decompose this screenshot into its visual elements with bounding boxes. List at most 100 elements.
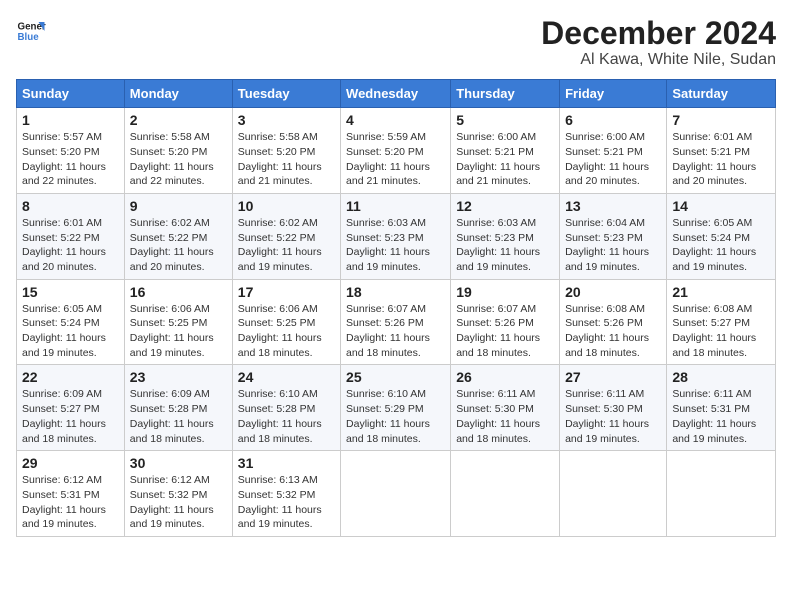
day-info: Sunrise: 6:12 AM Sunset: 5:31 PM Dayligh… <box>22 473 119 532</box>
day-info: Sunrise: 6:09 AM Sunset: 5:27 PM Dayligh… <box>22 387 119 446</box>
day-number: 8 <box>22 198 119 214</box>
day-number: 16 <box>130 284 227 300</box>
day-cell-11: 11 Sunrise: 6:03 AM Sunset: 5:23 PM Dayli… <box>341 193 451 279</box>
day-info: Sunrise: 6:01 AM Sunset: 5:22 PM Dayligh… <box>22 216 119 275</box>
day-number: 10 <box>238 198 335 214</box>
day-info: Sunrise: 6:08 AM Sunset: 5:26 PM Dayligh… <box>565 302 661 361</box>
day-info: Sunrise: 5:58 AM Sunset: 5:20 PM Dayligh… <box>238 130 335 189</box>
day-number: 24 <box>238 369 335 385</box>
day-number: 1 <box>22 112 119 128</box>
day-info: Sunrise: 6:10 AM Sunset: 5:29 PM Dayligh… <box>346 387 445 446</box>
day-info: Sunrise: 6:11 AM Sunset: 5:30 PM Dayligh… <box>565 387 661 446</box>
day-info: Sunrise: 6:03 AM Sunset: 5:23 PM Dayligh… <box>456 216 554 275</box>
day-info: Sunrise: 5:57 AM Sunset: 5:20 PM Dayligh… <box>22 130 119 189</box>
day-info: Sunrise: 6:13 AM Sunset: 5:32 PM Dayligh… <box>238 473 335 532</box>
day-number: 18 <box>346 284 445 300</box>
day-number: 20 <box>565 284 661 300</box>
weekday-header-tuesday: Tuesday <box>232 80 340 108</box>
location-title: Al Kawa, White Nile, Sudan <box>541 51 776 69</box>
day-info: Sunrise: 6:03 AM Sunset: 5:23 PM Dayligh… <box>346 216 445 275</box>
day-cell-27: 27 Sunrise: 6:11 AM Sunset: 5:30 PM Dayli… <box>560 365 667 451</box>
day-cell-13: 13Sunrise: 6:04 AM Sunset: 5:23 PM Dayli… <box>560 193 667 279</box>
day-info: Sunrise: 6:05 AM Sunset: 5:24 PM Dayligh… <box>22 302 119 361</box>
month-title: December 2024 <box>541 16 776 51</box>
day-info: Sunrise: 5:58 AM Sunset: 5:20 PM Dayligh… <box>130 130 227 189</box>
title-block: December 2024 Al Kawa, White Nile, Sudan <box>541 16 776 69</box>
day-info: Sunrise: 6:06 AM Sunset: 5:25 PM Dayligh… <box>130 302 227 361</box>
day-info: Sunrise: 6:11 AM Sunset: 5:30 PM Dayligh… <box>456 387 554 446</box>
day-cell-2: 2 Sunrise: 5:58 AM Sunset: 5:20 PM Daylig… <box>124 108 232 194</box>
day-cell-16: 16 Sunrise: 6:06 AM Sunset: 5:25 PM Dayli… <box>124 279 232 365</box>
day-info: Sunrise: 6:10 AM Sunset: 5:28 PM Dayligh… <box>238 387 335 446</box>
empty-cell <box>451 451 560 537</box>
day-cell-30: 30Sunrise: 6:12 AM Sunset: 5:32 PM Dayli… <box>124 451 232 537</box>
day-number: 9 <box>130 198 227 214</box>
day-number: 30 <box>130 455 227 471</box>
day-number: 19 <box>456 284 554 300</box>
day-cell-1: 1 Sunrise: 5:57 AM Sunset: 5:20 PM Daylig… <box>17 108 125 194</box>
day-number: 7 <box>672 112 770 128</box>
day-cell-24: 24 Sunrise: 6:10 AM Sunset: 5:28 PM Dayli… <box>232 365 340 451</box>
day-cell-9: 9 Sunrise: 6:02 AM Sunset: 5:22 PM Daylig… <box>124 193 232 279</box>
week-row-2: 8 Sunrise: 6:01 AM Sunset: 5:22 PM Daylig… <box>17 193 776 279</box>
day-number: 3 <box>238 112 335 128</box>
day-cell-22: 22 Sunrise: 6:09 AM Sunset: 5:27 PM Dayli… <box>17 365 125 451</box>
empty-cell <box>667 451 776 537</box>
day-number: 6 <box>565 112 661 128</box>
weekday-header-sunday: Sunday <box>17 80 125 108</box>
day-number: 31 <box>238 455 335 471</box>
page-header: General Blue December 2024 Al Kawa, Whit… <box>16 16 776 69</box>
day-cell-14: 14 Sunrise: 6:05 AM Sunset: 5:24 PM Dayli… <box>667 193 776 279</box>
day-cell-8: 8 Sunrise: 6:01 AM Sunset: 5:22 PM Daylig… <box>17 193 125 279</box>
day-number: 22 <box>22 369 119 385</box>
day-info: Sunrise: 6:07 AM Sunset: 5:26 PM Dayligh… <box>456 302 554 361</box>
empty-cell <box>560 451 667 537</box>
day-number: 14 <box>672 198 770 214</box>
day-cell-10: 10Sunrise: 6:02 AM Sunset: 5:22 PM Dayli… <box>232 193 340 279</box>
weekday-header-saturday: Saturday <box>667 80 776 108</box>
day-number: 21 <box>672 284 770 300</box>
weekday-header-row: SundayMondayTuesdayWednesdayThursdayFrid… <box>17 80 776 108</box>
day-number: 15 <box>22 284 119 300</box>
day-cell-19: 19 Sunrise: 6:07 AM Sunset: 5:26 PM Dayli… <box>451 279 560 365</box>
week-row-3: 15 Sunrise: 6:05 AM Sunset: 5:24 PM Dayli… <box>17 279 776 365</box>
week-row-5: 29 Sunrise: 6:12 AM Sunset: 5:31 PM Dayli… <box>17 451 776 537</box>
day-cell-21: 21Sunrise: 6:08 AM Sunset: 5:27 PM Dayli… <box>667 279 776 365</box>
week-row-4: 22 Sunrise: 6:09 AM Sunset: 5:27 PM Dayli… <box>17 365 776 451</box>
day-cell-31: 31 Sunrise: 6:13 AM Sunset: 5:32 PM Dayli… <box>232 451 340 537</box>
weekday-header-friday: Friday <box>560 80 667 108</box>
day-cell-17: 17 Sunrise: 6:06 AM Sunset: 5:25 PM Dayli… <box>232 279 340 365</box>
weekday-header-wednesday: Wednesday <box>341 80 451 108</box>
day-cell-28: 28Sunrise: 6:11 AM Sunset: 5:31 PM Dayli… <box>667 365 776 451</box>
day-number: 11 <box>346 198 445 214</box>
day-info: Sunrise: 6:02 AM Sunset: 5:22 PM Dayligh… <box>130 216 227 275</box>
empty-cell <box>341 451 451 537</box>
svg-text:Blue: Blue <box>18 32 40 43</box>
day-info: Sunrise: 6:01 AM Sunset: 5:21 PM Dayligh… <box>672 130 770 189</box>
day-info: Sunrise: 6:09 AM Sunset: 5:28 PM Dayligh… <box>130 387 227 446</box>
day-info: Sunrise: 6:11 AM Sunset: 5:31 PM Dayligh… <box>672 387 770 446</box>
day-info: Sunrise: 6:06 AM Sunset: 5:25 PM Dayligh… <box>238 302 335 361</box>
day-cell-18: 18Sunrise: 6:07 AM Sunset: 5:26 PM Dayli… <box>341 279 451 365</box>
day-number: 23 <box>130 369 227 385</box>
day-number: 2 <box>130 112 227 128</box>
week-row-1: 1 Sunrise: 5:57 AM Sunset: 5:20 PM Daylig… <box>17 108 776 194</box>
day-cell-26: 26 Sunrise: 6:11 AM Sunset: 5:30 PM Dayli… <box>451 365 560 451</box>
day-cell-4: 4 Sunrise: 5:59 AM Sunset: 5:20 PM Daylig… <box>341 108 451 194</box>
day-info: Sunrise: 6:05 AM Sunset: 5:24 PM Dayligh… <box>672 216 770 275</box>
day-info: Sunrise: 6:00 AM Sunset: 5:21 PM Dayligh… <box>565 130 661 189</box>
day-cell-3: 3 Sunrise: 5:58 AM Sunset: 5:20 PM Daylig… <box>232 108 340 194</box>
day-number: 17 <box>238 284 335 300</box>
logo: General Blue <box>16 16 46 46</box>
weekday-header-thursday: Thursday <box>451 80 560 108</box>
day-number: 29 <box>22 455 119 471</box>
day-cell-20: 20 Sunrise: 6:08 AM Sunset: 5:26 PM Dayli… <box>560 279 667 365</box>
day-number: 27 <box>565 369 661 385</box>
day-cell-6: 6 Sunrise: 6:00 AM Sunset: 5:21 PM Daylig… <box>560 108 667 194</box>
day-cell-29: 29 Sunrise: 6:12 AM Sunset: 5:31 PM Dayli… <box>17 451 125 537</box>
day-info: Sunrise: 5:59 AM Sunset: 5:20 PM Dayligh… <box>346 130 445 189</box>
day-number: 4 <box>346 112 445 128</box>
day-cell-23: 23 Sunrise: 6:09 AM Sunset: 5:28 PM Dayli… <box>124 365 232 451</box>
day-number: 25 <box>346 369 445 385</box>
day-number: 26 <box>456 369 554 385</box>
